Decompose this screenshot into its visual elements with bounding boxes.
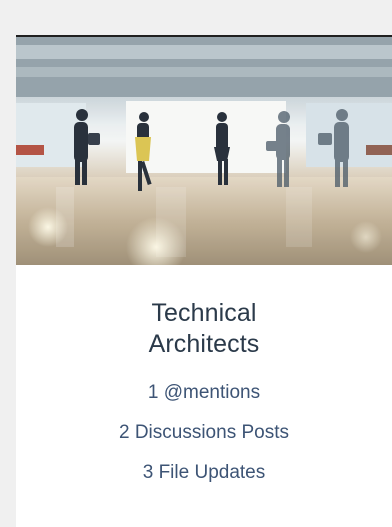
file-updates-link[interactable]: 3 File Updates	[16, 462, 392, 483]
community-image[interactable]	[16, 37, 392, 265]
activity-stats-list: 1 @mentions 2 Discussions Posts 3 File U…	[16, 382, 392, 483]
community-card[interactable]: Technical Architects 1 @mentions 2 Discu…	[16, 35, 392, 527]
office-corridor-illustration	[16, 37, 392, 265]
discussion-posts-link[interactable]: 2 Discussions Posts	[16, 422, 392, 443]
card-body: Technical Architects 1 @mentions 2 Discu…	[16, 265, 392, 502]
mentions-link[interactable]: 1 @mentions	[16, 382, 392, 403]
community-title[interactable]: Technical Architects	[94, 298, 314, 360]
